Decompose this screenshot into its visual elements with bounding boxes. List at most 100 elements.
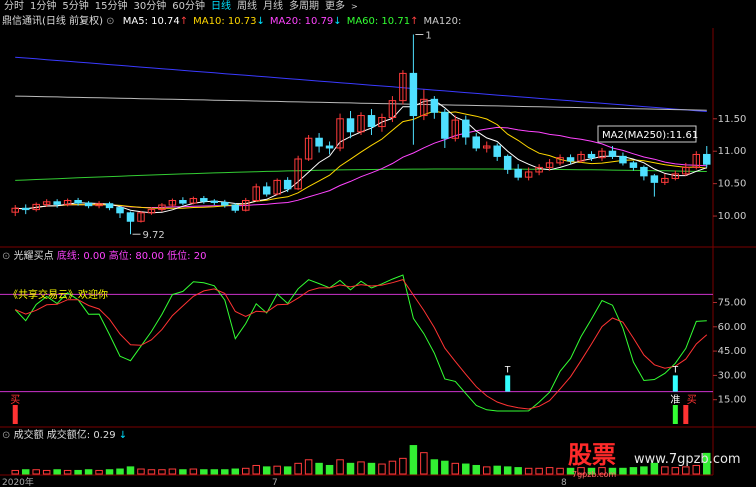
t-signal-1 (505, 375, 511, 392)
candle-body (587, 153, 596, 159)
volume-bar (241, 467, 250, 475)
volume-bar (367, 462, 376, 475)
period-tab-1[interactable]: 1分钟 (30, 0, 56, 14)
collapse-icon[interactable]: ⊙ (2, 251, 10, 262)
candle-body (200, 198, 208, 202)
indicator-title: 光耀买点 (13, 251, 54, 262)
more-chevron-icon[interactable]: > (351, 0, 358, 14)
period-tab-8[interactable]: 月线 (263, 0, 283, 14)
candle-body (210, 200, 219, 203)
volume-bar (441, 460, 449, 475)
volume-bar (294, 462, 302, 475)
watermark-logo: 股票 (568, 441, 616, 469)
ma-arrow-3: ↑ (410, 16, 419, 27)
volume-bar (430, 459, 439, 475)
volume-bar (210, 469, 219, 475)
volume-bar (462, 463, 470, 475)
candle-body (262, 186, 271, 195)
period-tab-2[interactable]: 5分钟 (62, 0, 88, 14)
candle-body (315, 137, 323, 147)
volume-bar (126, 466, 135, 475)
ma-arrow-0: ↑ (179, 16, 189, 27)
volume-bar (346, 462, 355, 475)
volume-bar (84, 469, 93, 475)
oscillator-slow-line (15, 279, 708, 410)
volume-bar (304, 459, 313, 475)
volume-bar (378, 463, 386, 475)
candle-body (703, 153, 711, 165)
ma-label-0: MA5: 10.74 (122, 16, 180, 27)
buy-bar-left (12, 405, 18, 424)
stock-chart[interactable]: 11.50 11.00 10.50 10.00 1 9.72 MA2(MA250):11.6… (0, 0, 756, 487)
volume-bar (63, 469, 72, 475)
zhun-label: 准 (670, 394, 680, 406)
candle-body (566, 157, 575, 162)
volume-bar (399, 457, 407, 475)
volume-bar (388, 460, 397, 475)
indicator-tick-label: 45.00 (718, 346, 747, 357)
volume-bar (493, 465, 501, 475)
price-tick-label: 10.00 (718, 211, 747, 222)
volume-value: 成交额亿: 0.29 (46, 430, 116, 441)
volume-bar (409, 445, 418, 475)
volume-bar (21, 469, 30, 475)
candle-body (221, 201, 229, 206)
peak-label: 1 (425, 30, 431, 41)
candle-body (514, 168, 522, 178)
ma-label-3: MA60: 10.71 (346, 16, 411, 27)
candle-body (462, 119, 470, 138)
volume-bar (315, 462, 323, 475)
candle-body (409, 72, 418, 117)
t-signal-2 (672, 375, 678, 392)
indicator-legend: ⊙ 光耀买点 底线: 0.00 高位: 80.00 低位: 20 (2, 251, 206, 263)
volume-bar (535, 467, 543, 475)
volume-bar (420, 452, 428, 475)
volume-bar (116, 468, 124, 475)
period-tab-0[interactable]: 分时 (4, 0, 24, 14)
period-tab-10[interactable]: 更多 (325, 0, 345, 14)
candle-body (21, 207, 30, 211)
volume-bar (482, 466, 491, 475)
volume-bar (137, 468, 145, 475)
candle-body (493, 145, 501, 157)
period-tab-3[interactable]: 15分钟 (95, 0, 128, 14)
watermark-small: 7gpzb.com (572, 470, 617, 479)
period-tab-6[interactable]: 日线 (211, 0, 231, 14)
volume-arrow: ↓ (118, 430, 128, 441)
volume-bar (472, 464, 481, 475)
volume-bar (325, 464, 334, 475)
volume-bar (189, 468, 198, 475)
volume-bar (252, 464, 260, 475)
buy-label-right: 买 (687, 394, 697, 406)
candle-body (608, 150, 617, 157)
candle-body (283, 179, 292, 190)
volume-bar (273, 465, 281, 475)
indicator-tick-label: 75.00 (718, 298, 747, 309)
period-tab-5[interactable]: 60分钟 (172, 0, 205, 14)
watermark-site: www.7gpzb.com (634, 452, 741, 467)
volume-bar (545, 467, 554, 475)
volume-bar (221, 469, 229, 475)
candle-body (116, 207, 124, 214)
date-label-left: 2020年 (2, 476, 34, 487)
period-tab-7[interactable]: 周线 (237, 0, 257, 14)
indicator-tick-label: 30.00 (718, 370, 747, 381)
volume-bar (556, 467, 564, 475)
candle-body (179, 199, 187, 204)
candle-body (629, 162, 638, 168)
candle-body (346, 118, 355, 133)
volume-bar (11, 469, 19, 475)
candle-body (430, 98, 439, 113)
indicator-tick-label: 60.00 (718, 322, 747, 333)
ma60-line (15, 168, 707, 181)
settings-icon[interactable]: ⊙ (106, 16, 114, 27)
period-tab-4[interactable]: 30分钟 (133, 0, 166, 14)
candle-body (126, 212, 135, 222)
indicator-base: 底线: 0.00 (56, 251, 106, 262)
candle-body (231, 204, 240, 211)
period-tab-9[interactable]: 多周期 (289, 0, 319, 14)
price-tick-label: 10.50 (718, 179, 747, 190)
volume-bar (74, 469, 82, 475)
collapse-icon[interactable]: ⊙ (2, 430, 10, 441)
t-signal-2-label: T (672, 365, 679, 375)
